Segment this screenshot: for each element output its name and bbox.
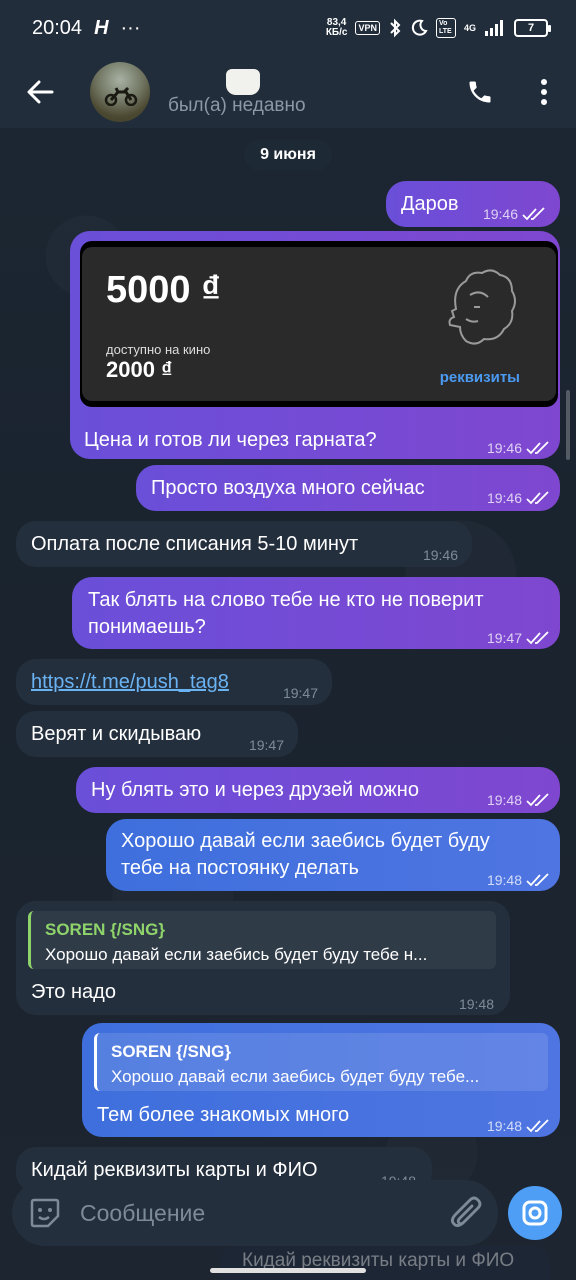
read-checkmarks-icon (522, 207, 545, 221)
network-type: 4G (463, 23, 476, 33)
arrow-left-icon (27, 80, 54, 104)
message-time: 19:47 (487, 625, 550, 651)
scrollbar[interactable] (566, 390, 570, 460)
message-time: 19:47 (248, 737, 284, 753)
read-checkmarks-icon (526, 441, 549, 455)
phone-icon (469, 81, 491, 103)
network-speed: 83,4 КБ/с (325, 17, 348, 38)
battery-icon: 7 (514, 19, 551, 37)
reply-author: SOREN {/SNG} (111, 1042, 231, 1061)
message-text-line: тебе на постоянку делать (121, 857, 359, 879)
do-not-disturb-icon (411, 19, 428, 36)
message-text-line: понимаешь? (88, 616, 206, 638)
chat-header: был(а) недавно (0, 56, 576, 128)
contact-last-seen: был(а) недавно (168, 95, 306, 116)
reply-snippet: Хорошо давай если заебись будет буду теб… (45, 945, 428, 964)
message-bubble-incoming-reply[interactable]: SOREN {/SNG} Хорошо давай если заебись б… (16, 901, 510, 1015)
message-bubble-outgoing-reply[interactable]: SOREN {/SNG} Хорошо давай если заебись б… (82, 1023, 560, 1137)
bluetooth-icon (390, 18, 401, 38)
status-time: 20:04 (32, 16, 83, 39)
message-bubble-outgoing[interactable]: Так блять на слово тебе не кто не повери… (72, 577, 560, 649)
chat-title-area[interactable]: был(а) недавно (168, 56, 306, 128)
vpn-icon: VPN (355, 21, 380, 35)
volte-icon: Vo LTE (435, 18, 456, 38)
app-notification-icon: H (94, 16, 109, 39)
message-text: Верят и скидываю (31, 723, 202, 745)
message-text: Тем более знакомых много (97, 1104, 350, 1126)
message-input-placeholder[interactable]: Сообщение (80, 1200, 205, 1227)
read-checkmarks-icon (526, 631, 549, 645)
scroll-preview: Кидай реквизиты карты и ФИО (220, 1246, 550, 1280)
message-link[interactable]: https://t.me/push_tag8 (31, 669, 229, 695)
camera-button[interactable] (508, 1186, 562, 1240)
message-bubble-incoming[interactable]: Верят и скидываю 19:47 (16, 711, 298, 757)
home-indicator[interactable] (210, 1268, 366, 1273)
sticker-emoji-icon[interactable] (28, 1196, 62, 1230)
contact-name-emoji (226, 69, 260, 95)
message-text-line: Так блять на слово тебе не кто не повери… (88, 589, 484, 611)
more-notifications-icon: ··· (120, 16, 141, 39)
message-time: 19:46 (487, 485, 550, 511)
message-bubble-outgoing[interactable]: Ну блять это и через друзей можно 19:48 (76, 767, 560, 813)
message-text: Это надо (31, 981, 116, 1003)
message-time: 19:48 (458, 996, 494, 1012)
message-text-line: Хорошо давай если заебись будет буду (121, 830, 490, 852)
message-time: 19:48 (487, 1113, 550, 1139)
message-time: 19:46 (483, 201, 546, 227)
avatar[interactable] (90, 62, 150, 122)
more-options-button[interactable] (512, 56, 576, 128)
message-bubble-incoming[interactable]: Оплата после списания 5-10 минут 19:46 (16, 521, 472, 567)
message-text: Просто воздуха много сейчас (151, 477, 425, 499)
message-bubble-incoming[interactable]: https://t.me/push_tag8 19:47 (16, 659, 332, 705)
read-checkmarks-icon (526, 1119, 549, 1133)
card-sub-balance: 2000 ₫ (106, 357, 173, 382)
message-time: 19:47 (282, 685, 318, 701)
message-time: 19:48 (487, 867, 550, 893)
read-checkmarks-icon (526, 491, 549, 505)
status-bar: 20:04 H ··· 83,4 КБ/с VPN Vo LTE 4G 7 (0, 0, 576, 56)
message-input-bar[interactable]: Сообщение (12, 1180, 498, 1246)
call-button[interactable] (448, 56, 512, 128)
camera-icon (522, 1200, 548, 1226)
signal-icon (485, 20, 503, 36)
motorcycle-photo (104, 86, 138, 106)
read-checkmarks-icon (526, 793, 549, 807)
paperclip-icon[interactable] (448, 1194, 486, 1232)
message-text: Оплата после списания 5-10 минут (31, 533, 359, 555)
more-vertical-icon (541, 79, 547, 105)
back-button[interactable] (0, 56, 80, 128)
date-separator: 9 июня (244, 140, 332, 170)
message-text: Даров (401, 193, 459, 215)
message-bubble-outgoing[interactable]: Хорошо давай если заебись будет буду теб… (106, 819, 560, 891)
message-time: 19:48 (487, 787, 550, 813)
message-text: Цена и готов ли через гарната? (84, 429, 377, 451)
read-checkmarks-icon (526, 873, 549, 887)
requisites-link[interactable]: реквизиты (440, 365, 520, 391)
reply-quote[interactable]: SOREN {/SNG} Хорошо давай если заебись б… (28, 911, 496, 969)
message-text: Ну блять это и через друзей можно (91, 779, 419, 801)
message-time: 19:46 (422, 547, 458, 563)
reply-author: SOREN {/SNG} (45, 920, 165, 939)
message-bubble-outgoing[interactable]: Просто воздуха много сейчас 19:46 (136, 465, 560, 511)
message-bubble-outgoing-card[interactable]: 5000 ₫ доступно на кино 2000 ₫ реквизиты… (70, 231, 560, 459)
lion-head-logo (448, 269, 516, 345)
message-bubble-outgoing[interactable]: Даров 19:46 (386, 181, 560, 227)
card-preview[interactable]: 5000 ₫ доступно на кино 2000 ₫ реквизиты (80, 241, 558, 407)
card-balance: 5000 ₫ (106, 269, 221, 311)
reply-quote[interactable]: SOREN {/SNG} Хорошо давай если заебись б… (94, 1033, 548, 1091)
reply-snippet: Хорошо давай если заебись будет буду теб… (111, 1067, 480, 1086)
message-time: 19:46 (487, 435, 550, 461)
